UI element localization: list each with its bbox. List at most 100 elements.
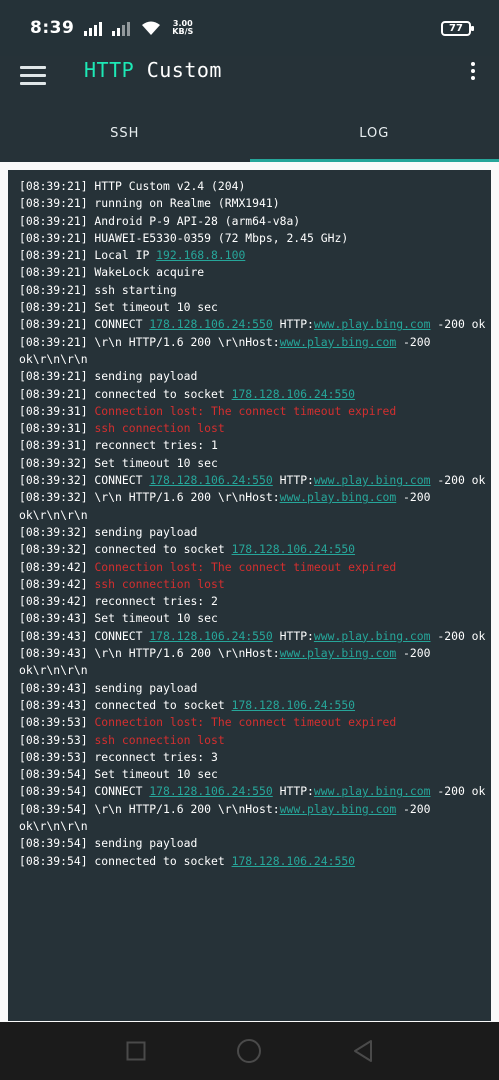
log-text: [08:39:53] <box>19 715 95 730</box>
log-line: [08:39:21] connected to socket 178.128.1… <box>19 386 491 403</box>
log-line: [08:39:21] running on Realme (RMX1941) <box>19 195 491 212</box>
log-text: -200 <box>396 646 431 661</box>
log-link[interactable]: 192.168.8.100 <box>156 248 245 262</box>
log-link[interactable]: www.play.bing.com <box>314 473 431 487</box>
more-vert-icon[interactable] <box>469 62 477 86</box>
log-text: [08:39:32] \r\n HTTP/1.6 200 \r\nHost: <box>19 490 280 505</box>
hamburger-icon[interactable] <box>20 66 46 86</box>
log-link[interactable]: 178.128.106.24:550 <box>232 542 355 556</box>
log-link[interactable]: www.play.bing.com <box>280 490 397 504</box>
log-output[interactable]: [08:39:21] HTTP Custom v2.4 (204) [08:39:… <box>8 170 491 1021</box>
log-text: [08:39:21] HTTP Custom v2.4 (204) <box>19 179 246 193</box>
log-line: [08:39:53] ssh connection lost <box>19 732 491 749</box>
log-text: [08:39:21] CONNECT <box>19 317 150 332</box>
log-error-text: ssh connection lost <box>94 576 225 591</box>
log-link[interactable]: www.play.bing.com <box>280 646 397 660</box>
log-text: [08:39:21] sending payload <box>19 369 198 384</box>
log-error-text: ssh connection lost <box>94 732 225 747</box>
log-link[interactable]: 178.128.106.24:550 <box>232 698 355 712</box>
network-speed: 3.00 KB/S <box>172 20 193 36</box>
wifi-icon <box>142 21 161 35</box>
log-text: [08:39:54] sending payload <box>19 836 198 851</box>
log-text: [08:39:43] CONNECT <box>19 628 150 643</box>
log-text: -200 <box>396 801 431 816</box>
log-text: [08:39:21] WakeLock acquire <box>19 265 205 280</box>
log-link[interactable]: 178.128.106.24:550 <box>232 854 355 868</box>
log-text: HTTP: <box>272 784 314 799</box>
log-link[interactable]: 178.128.106.24:550 <box>149 473 272 487</box>
log-text: [08:39:21] Local IP <box>19 248 157 263</box>
log-text: ok\r\n\r\n <box>19 507 88 522</box>
log-error-text: Connection lost: The connect timeout exp… <box>94 403 397 418</box>
log-text: [08:39:42] reconnect tries: 2 <box>19 594 218 609</box>
log-text: [08:39:32] connected to socket <box>19 542 232 557</box>
log-line: [08:39:21] \r\n HTTP/1.6 200 \r\nHost:ww… <box>19 334 491 351</box>
app-title: HTTP Custom <box>84 58 222 82</box>
log-text: [08:39:42] <box>19 559 95 574</box>
log-text: -200 ok <box>430 784 486 799</box>
log-link[interactable]: 178.128.106.24:550 <box>149 629 272 643</box>
log-line: [08:39:21] ssh starting <box>19 282 491 299</box>
log-link[interactable]: www.play.bing.com <box>314 629 431 643</box>
app-title-custom: Custom <box>146 58 222 82</box>
log-text: [08:39:43] Set timeout 10 sec <box>19 611 218 626</box>
tab-ssh[interactable]: SSH <box>0 104 250 162</box>
log-text: [08:39:54] Set timeout 10 sec <box>19 767 218 782</box>
tab-log[interactable]: LOG <box>249 104 499 162</box>
log-line: [08:39:54] connected to socket 178.128.1… <box>19 853 491 870</box>
log-text: [08:39:53] reconnect tries: 3 <box>19 749 218 764</box>
log-text: [08:39:54] CONNECT <box>19 784 150 799</box>
clock: 8:39 <box>30 18 75 38</box>
log-link[interactable]: www.play.bing.com <box>280 802 397 816</box>
log-line: [08:39:32] \r\n HTTP/1.6 200 \r\nHost:ww… <box>19 489 491 506</box>
log-text: [08:39:43] \r\n HTTP/1.6 200 \r\nHost: <box>19 646 280 661</box>
log-text: [08:39:21] running on Realme (RMX1941) <box>19 196 280 211</box>
log-link[interactable]: 178.128.106.24:550 <box>149 317 272 331</box>
triangle-back-icon[interactable] <box>352 1039 374 1063</box>
log-link[interactable]: www.play.bing.com <box>280 335 397 349</box>
log-line: [08:39:42] reconnect tries: 2 <box>19 593 491 610</box>
log-text: [08:39:21] ssh starting <box>19 282 177 297</box>
log-line: [08:39:31] reconnect tries: 1 <box>19 437 491 454</box>
log-text: [08:39:21] Set timeout 10 sec <box>19 300 218 315</box>
log-text: ok\r\n\r\n <box>19 818 88 833</box>
log-line: [08:39:54] \r\n HTTP/1.6 200 \r\nHost:ww… <box>19 801 491 818</box>
log-line: [08:39:32] CONNECT 178.128.106.24:550 HT… <box>19 472 491 489</box>
log-text: -200 ok <box>430 317 486 332</box>
navigation-bar <box>0 1022 499 1080</box>
circle-home-icon[interactable] <box>236 1038 262 1064</box>
log-text: [08:39:32] Set timeout 10 sec <box>19 455 218 470</box>
log-line: [08:39:31] ssh connection lost <box>19 420 491 437</box>
log-line: [08:39:21] Android P-9 API-28 (arm64-v8a… <box>19 213 491 230</box>
log-line: [08:39:32] sending payload <box>19 524 491 541</box>
log-panel: [08:39:21] HTTP Custom v2.4 (204) [08:39:… <box>0 162 499 1022</box>
log-text: [08:39:43] connected to socket <box>19 697 232 712</box>
log-line: [08:39:21] HTTP Custom v2.4 (204) <box>19 178 491 195</box>
log-text: [08:39:43] sending payload <box>19 680 198 695</box>
log-line: [08:39:21] HUAWEI-E5330-0359 (72 Mbps, 2… <box>19 230 491 247</box>
app-bar: HTTP Custom <box>0 56 499 102</box>
log-text: -200 <box>396 334 431 349</box>
log-line: ok\r\n\r\n <box>19 351 491 368</box>
log-error-text: Connection lost: The connect timeout exp… <box>94 715 397 730</box>
log-text: [08:39:31] <box>19 421 95 436</box>
log-text: HTTP: <box>272 317 314 332</box>
log-link[interactable]: www.play.bing.com <box>314 317 431 331</box>
log-line: [08:39:21] sending payload <box>19 368 491 385</box>
log-link[interactable]: 178.128.106.24:550 <box>149 784 272 798</box>
log-text: [08:39:21] Android P-9 API-28 (arm64-v8a… <box>19 213 301 228</box>
log-line: [08:39:42] Connection lost: The connect … <box>19 559 491 576</box>
log-text: HTTP: <box>272 473 314 488</box>
log-text: [08:39:21] \r\n HTTP/1.6 200 \r\nHost: <box>19 334 280 349</box>
log-link[interactable]: 178.128.106.24:550 <box>232 387 355 401</box>
log-text: [08:39:54] connected to socket <box>19 853 232 868</box>
tab-bar: SSH LOG <box>0 104 499 162</box>
log-error-text: Connection lost: The connect timeout exp… <box>94 559 397 574</box>
log-line: ok\r\n\r\n <box>19 507 491 524</box>
log-line: [08:39:32] connected to socket 178.128.1… <box>19 541 491 558</box>
log-line: ok\r\n\r\n <box>19 662 491 679</box>
log-text: -200 ok <box>430 628 486 643</box>
square-recents-icon[interactable] <box>126 1041 146 1061</box>
log-link[interactable]: www.play.bing.com <box>314 784 431 798</box>
log-line: [08:39:43] CONNECT 178.128.106.24:550 HT… <box>19 628 491 645</box>
